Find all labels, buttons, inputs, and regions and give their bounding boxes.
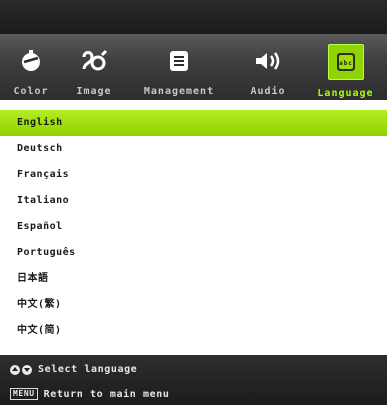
up-down-arrows-icon <box>10 364 32 375</box>
language-list: English Deutsch Français Italiano Españo… <box>0 110 387 355</box>
tab-label: Image <box>76 86 112 97</box>
tab-audio[interactable]: Audio <box>232 34 304 100</box>
audio-icon <box>251 44 285 78</box>
tab-label: Management <box>143 86 215 97</box>
language-option-chinese-traditional[interactable]: 中文(繁) <box>0 292 387 318</box>
language-icon: abc <box>327 44 364 80</box>
menu-key-icon: MENU <box>10 388 38 400</box>
title-bar <box>0 0 387 34</box>
language-option-italiano[interactable]: Italiano <box>0 188 387 214</box>
language-option-english[interactable]: English <box>0 110 387 136</box>
tab-bar: Color Image Management Audio abc Languag… <box>0 34 387 100</box>
color-icon <box>14 44 48 78</box>
language-option-chinese-simplified[interactable]: 中文(简) <box>0 318 387 344</box>
language-option-francais[interactable]: Français <box>0 162 387 188</box>
language-option-espanol[interactable]: Español <box>0 214 387 240</box>
return-hint: MENU Return to main menu <box>10 388 169 400</box>
language-option-japanese[interactable]: 日本語 <box>0 266 387 292</box>
tab-image[interactable]: Image <box>62 34 126 100</box>
select-hint: Select language <box>10 364 137 375</box>
svg-text:abc: abc <box>339 60 353 67</box>
return-hint-text: Return to main menu <box>43 388 170 400</box>
tab-label: Color <box>13 86 49 97</box>
management-icon <box>162 44 196 78</box>
tab-label: Language <box>317 88 374 99</box>
tab-management[interactable]: Management <box>126 34 232 100</box>
tab-color[interactable]: Color <box>0 34 62 100</box>
tab-label: Audio <box>250 86 286 97</box>
osd-menu: Color Image Management Audio abc Languag… <box>0 0 387 405</box>
tab-language[interactable]: abc Language <box>304 34 387 100</box>
language-option-deutsch[interactable]: Deutsch <box>0 136 387 162</box>
image-icon <box>77 44 111 78</box>
select-hint-text: Select language <box>38 364 138 375</box>
up-arrow-icon <box>10 364 20 375</box>
language-option-portugues[interactable]: Português <box>0 240 387 266</box>
down-arrow-icon <box>22 364 32 375</box>
help-bar: Select language MENU Return to main menu <box>0 355 387 405</box>
